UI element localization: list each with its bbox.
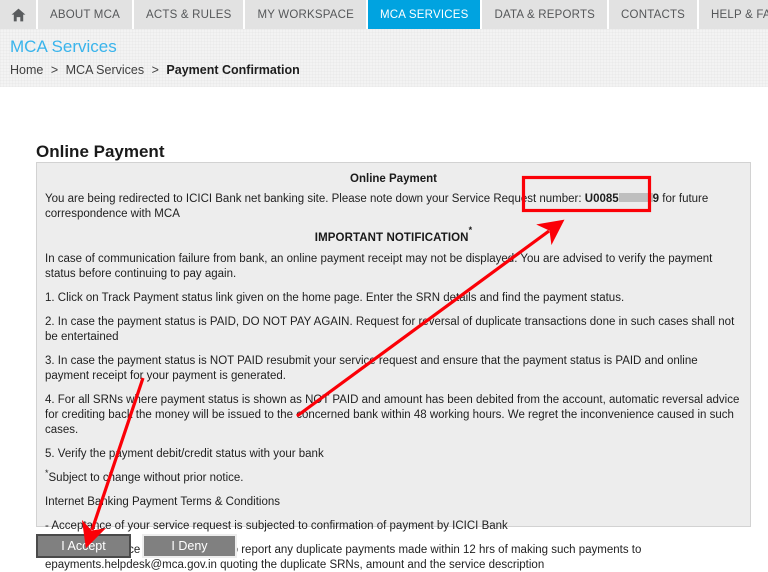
- nav-label: DATA & REPORTS: [494, 8, 596, 21]
- page-title: Online Payment: [36, 142, 165, 161]
- important-notification-label: IMPORTANT NOTIFICATION: [314, 232, 469, 244]
- nav-home-button[interactable]: [0, 0, 36, 29]
- communication-failure-paragraph: In case of communication failure from ba…: [45, 253, 713, 280]
- content-gap: [0, 87, 768, 122]
- breadcrumb-separator: >: [151, 63, 159, 77]
- redirect-intro-paragraph: You are being redirected to ICICI Bank n…: [45, 192, 742, 222]
- action-button-row: I Accept I Deny: [36, 534, 237, 558]
- main-content: Online Payment Online Payment You are be…: [0, 122, 768, 572]
- i-deny-button[interactable]: I Deny: [142, 534, 237, 558]
- breadcrumb-separator: >: [50, 63, 59, 77]
- redirect-intro-text: You are being redirected to ICICI Bank n…: [45, 193, 585, 205]
- top-navigation-bar: ABOUT MCA ACTS & RULES MY WORKSPACE MCA …: [0, 0, 768, 29]
- breadcrumb-mca-services[interactable]: MCA Services: [66, 63, 145, 77]
- nav-item-mca-services[interactable]: MCA SERVICES: [368, 0, 481, 29]
- notice-item-4: 4. For all SRNs where payment status is …: [45, 394, 740, 436]
- breadcrumb-home[interactable]: Home: [10, 63, 43, 77]
- nav-item-acts-rules[interactable]: ACTS & RULES: [133, 0, 244, 29]
- notice-item-3: 3. In case the payment status is NOT PAI…: [45, 355, 698, 382]
- notice-item-1: 1. Click on Track Payment status link gi…: [45, 292, 625, 304]
- page-header-band: MCA Services Home > MCA Services > Payme…: [0, 29, 768, 87]
- online-payment-notice-box: Online Payment You are being redirected …: [36, 162, 751, 571]
- nav-label: CONTACTS: [621, 8, 686, 21]
- nav-item-about-mca[interactable]: ABOUT MCA: [38, 0, 132, 29]
- breadcrumb-current: Payment Confirmation: [166, 63, 300, 77]
- subject-to-change-text: Subject to change without prior notice.: [48, 472, 244, 484]
- nav-label: MY WORKSPACE: [257, 8, 354, 21]
- important-notification-heading: IMPORTANT NOTIFICATION*: [45, 226, 742, 244]
- nav-label: HELP & FAQS: [711, 8, 768, 21]
- nav-label: ACTS & RULES: [145, 8, 232, 21]
- page-root: ABOUT MCA ACTS & RULES MY WORKSPACE MCA …: [0, 0, 768, 572]
- subject-to-change-note: *Subject to change without prior notice.: [45, 469, 742, 486]
- page-section-title: MCA Services: [10, 37, 117, 56]
- terms-item-1: - Acceptance of your service request is …: [45, 520, 508, 532]
- nav-item-contacts[interactable]: CONTACTS: [609, 0, 698, 29]
- i-accept-button[interactable]: I Accept: [36, 534, 131, 558]
- srn-redaction-block: [618, 193, 653, 203]
- notice-item-2: 2. In case the payment status is PAID, D…: [45, 316, 735, 343]
- nav-item-data-reports[interactable]: DATA & REPORTS: [482, 0, 608, 29]
- notice-box-title: Online Payment: [350, 173, 437, 185]
- notification-asterisk: *: [468, 225, 473, 236]
- nav-label: MCA SERVICES: [380, 8, 469, 21]
- nav-item-help-faqs[interactable]: HELP & FAQS: [699, 0, 768, 29]
- nav-label: ABOUT MCA: [50, 8, 120, 21]
- srn-prefix: U0085: [584, 193, 619, 205]
- notice-item-5: 5. Verify the payment debit/credit statu…: [45, 448, 324, 460]
- breadcrumb: Home > MCA Services > Payment Confirmati…: [10, 63, 300, 77]
- nav-item-my-workspace[interactable]: MY WORKSPACE: [245, 0, 366, 29]
- terms-heading: Internet Banking Payment Terms & Conditi…: [45, 496, 281, 508]
- service-request-number: U0085 9: [585, 193, 659, 205]
- home-icon: [11, 8, 26, 22]
